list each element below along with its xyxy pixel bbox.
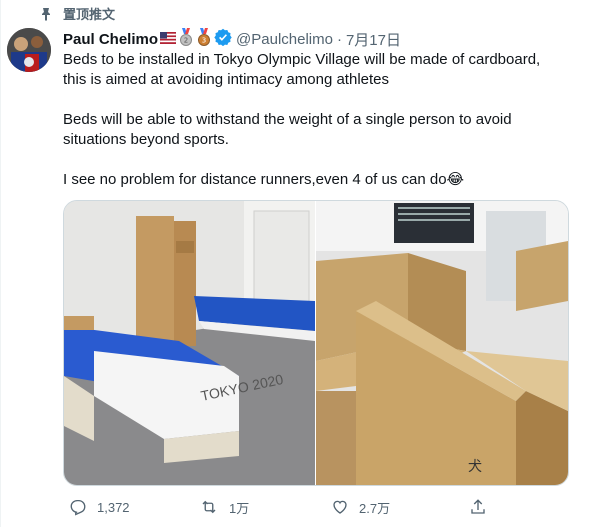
- share-button[interactable]: [469, 498, 497, 516]
- author-handle[interactable]: @Paulchelimo: [236, 31, 333, 48]
- action-bar: 1,372 1万 2.7万: [63, 496, 563, 518]
- share-icon: [471, 499, 485, 514]
- verified-icon: [214, 28, 232, 50]
- olympic-bed-photo[interactable]: TOKYO 2020: [64, 201, 315, 485]
- pinned-label: 置顶推文: [63, 7, 116, 22]
- retweet-icon: [202, 500, 216, 514]
- svg-text:犬: 犬: [468, 459, 482, 475]
- svg-text:2: 2: [184, 37, 188, 45]
- pinned-indicator: 置顶推文: [39, 4, 115, 23]
- tweet-text: Beds to be installed in Tokyo Olympic Vi…: [63, 50, 563, 210]
- cardboard-bed-frame-photo[interactable]: 犬: [316, 201, 568, 485]
- heart-icon: [333, 500, 347, 514]
- tweet-paragraph: Beds will be able to withstand the weigh…: [63, 111, 512, 148]
- tweet-card[interactable]: 置顶推文 Paul Chelimo 2 3 @Paulchelimo · 7月1…: [0, 0, 589, 527]
- reply-count: 1,372: [97, 499, 130, 515]
- avatar[interactable]: [7, 28, 51, 72]
- like-count: 2.7万: [359, 500, 391, 516]
- tweet-paragraph: I see no problem for distance runners,ev…: [63, 171, 465, 188]
- pin-icon: [39, 7, 53, 21]
- reply-button[interactable]: 1,372: [69, 498, 130, 516]
- retweet-button[interactable]: 1万: [199, 498, 249, 517]
- tweet-date[interactable]: 7月17日: [346, 29, 401, 50]
- like-button[interactable]: 2.7万: [331, 498, 390, 517]
- bronze-medal-icon: 3: [196, 28, 212, 50]
- reply-icon: [70, 499, 86, 516]
- retweet-count: 1万: [229, 500, 250, 516]
- separator: ·: [336, 30, 342, 48]
- author-name[interactable]: Paul Chelimo: [63, 31, 158, 48]
- media-grid: TOKYO 2020 犬: [63, 200, 569, 486]
- silver-medal-icon: 2: [178, 28, 194, 50]
- us-flag-icon: [159, 31, 177, 48]
- tweet-paragraph: Beds to be installed in Tokyo Olympic Vi…: [63, 51, 541, 88]
- tweet-header: Paul Chelimo 2 3 @Paulchelimo · 7月17日: [63, 28, 401, 50]
- svg-text:3: 3: [202, 37, 206, 45]
